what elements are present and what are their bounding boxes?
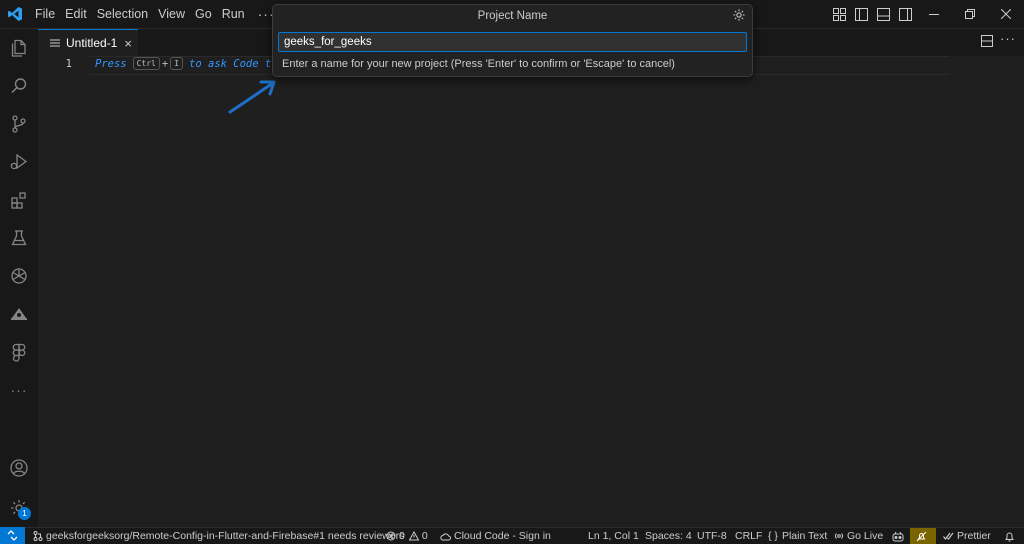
pull-request-icon <box>33 531 43 541</box>
accounts-icon[interactable] <box>0 449 38 487</box>
customize-layout-icon[interactable] <box>828 0 850 28</box>
menu-run[interactable]: Run <box>217 0 250 28</box>
run-debug-icon[interactable] <box>0 143 38 181</box>
configure-gear-icon[interactable] <box>732 8 748 24</box>
vscode-logo-icon[interactable] <box>0 0 30 28</box>
quick-input-message: Enter a name for your new project (Press… <box>282 58 675 70</box>
branch-label: geeksforgeeksorg/Remote-Config-in-Flutte… <box>46 530 405 542</box>
search-icon[interactable] <box>0 67 38 105</box>
status-prettier[interactable]: Prettier <box>943 528 991 544</box>
status-cloud-code[interactable]: Cloud Code - Sign in <box>440 528 551 544</box>
remote-indicator-icon[interactable] <box>0 527 25 544</box>
status-indentation[interactable]: Spaces: 4 <box>645 528 692 544</box>
testing-icon[interactable] <box>0 219 38 257</box>
braces-icon: { } <box>768 530 778 542</box>
hint-key-ctrl: Ctrl <box>132 57 160 70</box>
status-cursor-position[interactable]: Ln 1, Col 1 <box>588 528 639 544</box>
line-number: 1 <box>65 58 72 70</box>
menu-bar: File Edit Selection View Go Run ··· <box>30 0 283 28</box>
quick-input-title: Project Name <box>477 10 548 22</box>
menu-edit[interactable]: Edit <box>60 0 92 28</box>
project-name-input[interactable] <box>278 32 747 52</box>
tab-label: Untitled-1 <box>66 36 118 50</box>
toggle-panel-icon[interactable] <box>872 0 894 28</box>
cloud-code-label: Cloud Code - Sign in <box>454 530 551 542</box>
manage-update-badge: 1 <box>18 507 31 520</box>
toggle-secondary-sidebar-icon[interactable] <box>894 0 916 28</box>
status-go-live[interactable]: Go Live <box>834 528 883 544</box>
close-window-button[interactable] <box>988 0 1024 28</box>
menu-lines-icon <box>48 36 62 50</box>
explorer-icon[interactable] <box>0 29 38 67</box>
warning-icon <box>408 531 419 541</box>
hint-key-i: I <box>170 57 184 70</box>
notification-bell-off-icon[interactable] <box>910 528 936 544</box>
tab-untitled-1[interactable]: Untitled-1 × <box>38 29 138 56</box>
extensions-icon[interactable] <box>0 181 38 219</box>
status-problems[interactable]: 0 0 <box>386 528 428 544</box>
inline-chat-hint: Press Ctrl + I to ask Code t <box>95 57 271 70</box>
hint-text: to ask Code t <box>189 57 272 70</box>
tab-close-button[interactable]: × <box>124 36 132 51</box>
copilot-icon[interactable] <box>890 528 908 544</box>
menu-file[interactable]: File <box>30 0 60 28</box>
more-views-button[interactable]: ··· <box>0 371 38 409</box>
editor-area[interactable]: 1 Press Ctrl + I to ask Code t <box>38 56 1024 527</box>
cloud-code-icon[interactable] <box>0 295 38 333</box>
status-bar: geeksforgeeksorg/Remote-Config-in-Flutte… <box>0 527 1024 544</box>
toggle-primary-sidebar-icon[interactable] <box>850 0 872 28</box>
prettier-label: Prettier <box>957 530 991 542</box>
notifications-bell-icon[interactable] <box>1002 528 1020 544</box>
restore-button[interactable] <box>952 0 988 28</box>
menu-go[interactable]: Go <box>190 0 217 28</box>
editor-actions-more-button[interactable]: ··· <box>1000 31 1016 46</box>
figma-icon[interactable] <box>0 333 38 371</box>
menu-selection[interactable]: Selection <box>92 0 153 28</box>
double-check-icon <box>943 532 954 540</box>
status-eol[interactable]: CRLF <box>735 528 762 544</box>
status-pull-request[interactable]: geeksforgeeksorg/Remote-Config-in-Flutte… <box>33 528 404 544</box>
source-control-icon[interactable] <box>0 105 38 143</box>
activity-bar: ··· <box>0 29 39 527</box>
hint-plus: + <box>161 57 169 70</box>
chatgpt-icon[interactable] <box>0 257 38 295</box>
broadcast-icon <box>834 533 844 539</box>
split-editor-icon[interactable] <box>980 34 996 50</box>
title-bar-controls <box>828 0 1024 28</box>
status-encoding[interactable]: UTF-8 <box>697 528 727 544</box>
language-label: Plain Text <box>781 530 828 542</box>
menu-view[interactable]: View <box>153 0 190 28</box>
status-language[interactable]: { } Plain Text <box>768 528 827 544</box>
annotation-arrow-icon <box>228 80 276 114</box>
project-name-quick-input: Project Name Enter a name for your new p… <box>272 4 753 77</box>
error-icon <box>386 531 396 541</box>
minimize-button[interactable] <box>916 0 952 28</box>
go-live-label: Go Live <box>847 530 884 542</box>
hint-press: Press <box>95 57 127 70</box>
error-count: 0 <box>399 530 405 542</box>
warning-count: 0 <box>421 530 428 542</box>
cloud-icon <box>440 532 451 540</box>
